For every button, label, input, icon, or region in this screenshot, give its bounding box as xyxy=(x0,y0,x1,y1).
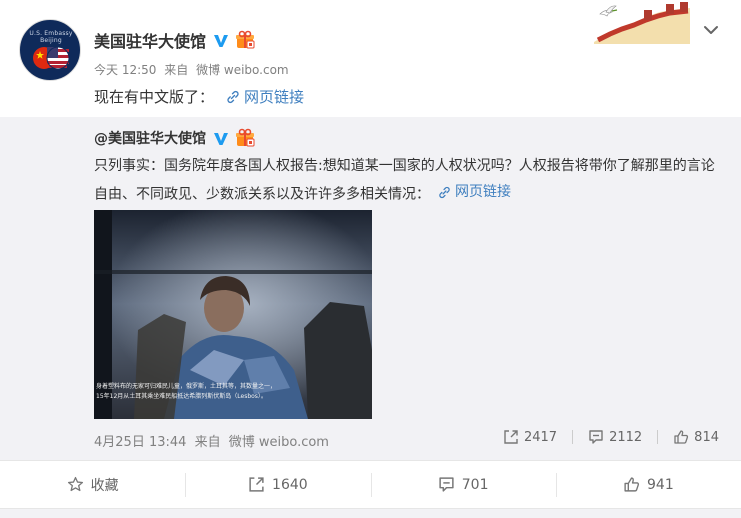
repost-link-label: 网页链接 xyxy=(455,184,511,200)
reposted-content: @美国驻华大使馆 只列事实：国务院年度各国人权报告:想知道某一国家的人权状况吗？… xyxy=(0,117,741,460)
post-from-label: 来自 xyxy=(164,63,189,77)
divider xyxy=(657,430,659,444)
chevron-down-icon[interactable] xyxy=(701,20,721,40)
repost-share-count-button[interactable]: 2417 xyxy=(503,429,557,445)
photo-caption-line-2: 15年12月从土耳其乘坐难民船抵达希腊列斯伏斯岛（Lesbos）。 xyxy=(96,393,267,400)
repost-time[interactable]: 4月25日 13:44 xyxy=(94,435,186,450)
star-icon xyxy=(67,476,83,492)
repost-like-count-button[interactable]: 814 xyxy=(673,429,719,445)
post-link-label: 网页链接 xyxy=(244,88,305,106)
action-bar: 收藏 1640 701 941 xyxy=(0,460,741,508)
like-button[interactable]: 941 xyxy=(555,461,741,508)
post-time[interactable]: 今天 12:50 xyxy=(94,63,156,77)
comment-count: 701 xyxy=(461,476,489,493)
flags-icon xyxy=(33,46,70,70)
post-text-row: 现在有中文版了： 网页链接 xyxy=(94,86,304,107)
verified-badge-icon[interactable] xyxy=(212,129,230,147)
comment-icon xyxy=(589,430,603,444)
comment-button[interactable]: 701 xyxy=(370,461,556,508)
repost-text-block: 只列事实：国务院年度各国人权报告:想知道某一国家的人权状况吗？人权报告将带你了解… xyxy=(94,153,724,208)
favorite-button[interactable]: 收藏 xyxy=(0,461,185,508)
avatar[interactable]: U.S. Embassy Beijing xyxy=(19,19,81,81)
repost-from-label: 来自 xyxy=(194,435,221,450)
repost-like-count: 814 xyxy=(694,429,719,445)
repost-share-count: 2417 xyxy=(523,429,558,445)
like-icon xyxy=(674,430,689,444)
link-icon xyxy=(439,186,450,198)
post-web-link[interactable]: 网页链接 xyxy=(226,86,304,107)
repost-author-name[interactable]: @美国驻华大使馆 xyxy=(94,128,206,148)
like-count: 941 xyxy=(647,476,674,493)
link-icon xyxy=(227,90,239,103)
author-row: 美国驻华大使馆 xyxy=(94,28,256,52)
repost-actions: 2417 2112 814 xyxy=(503,429,719,445)
great-wall-dove-decoration xyxy=(594,2,690,44)
repost-text: 只列事实：国务院年度各国人权报告:想知道某一国家的人权状况吗？人权报告将带你了解… xyxy=(94,158,715,203)
post-source[interactable]: 微博 weibo.com xyxy=(196,63,289,77)
photo-caption-line-1: 身着塑料布的无家可归难民儿童，俄罗斯，土耳其等，其数量之一， xyxy=(96,383,277,390)
gift-badge-icon[interactable] xyxy=(234,29,256,51)
avatar-text: U.S. Embassy Beijing xyxy=(29,30,73,44)
repost-comment-count-button[interactable]: 2112 xyxy=(588,429,642,445)
post-meta: 今天 12:50 来自 微博 weibo.com xyxy=(94,61,293,78)
gift-badge-icon[interactable] xyxy=(234,127,256,149)
repost-photo[interactable]: 身着塑料布的无家可归难民儿童，俄罗斯，土耳其等，其数量之一， 15年12月从土耳… xyxy=(94,210,372,419)
card-bottom-edge xyxy=(0,508,741,518)
divider xyxy=(572,430,574,444)
verified-badge-icon[interactable] xyxy=(212,31,230,49)
repost-count: 1640 xyxy=(272,476,308,493)
share-icon xyxy=(249,477,264,492)
repost-meta: 4月25日 13:44 来自 微博 weibo.com xyxy=(94,431,333,450)
share-icon xyxy=(504,430,518,444)
author-name[interactable]: 美国驻华大使馆 xyxy=(94,28,206,52)
favorite-label: 收藏 xyxy=(90,477,119,494)
repost-author-row: @美国驻华大使馆 xyxy=(94,127,256,149)
repost-web-link[interactable]: 网页链接 xyxy=(438,179,511,205)
like-icon xyxy=(624,477,640,492)
repost-source[interactable]: 微博 weibo.com xyxy=(229,435,329,450)
comment-icon xyxy=(439,477,454,492)
repost-button[interactable]: 1640 xyxy=(185,461,370,508)
post-text: 现在有中文版了： xyxy=(94,88,215,106)
repost-comment-count: 2112 xyxy=(609,429,643,445)
weibo-post-card: U.S. Embassy Beijing 美国驻华大使馆 今天 12:50 来自… xyxy=(0,0,741,518)
